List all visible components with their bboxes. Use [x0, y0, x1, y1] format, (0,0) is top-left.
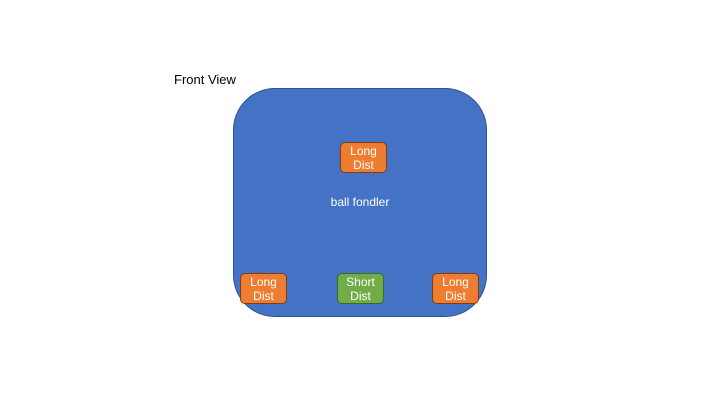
sensor-bottom-left-long-dist: Long Dist: [240, 273, 287, 304]
device-label: ball fondler: [330, 195, 390, 209]
sensor-bottom-right-long-dist: Long Dist: [432, 273, 479, 304]
device-body: ball fondler Long Dist Long Dist Short D…: [233, 88, 487, 317]
sensor-top-long-dist: Long Dist: [340, 142, 387, 173]
sensor-bottom-center-short-dist: Short Dist: [337, 273, 384, 304]
view-title: Front View: [174, 72, 236, 87]
